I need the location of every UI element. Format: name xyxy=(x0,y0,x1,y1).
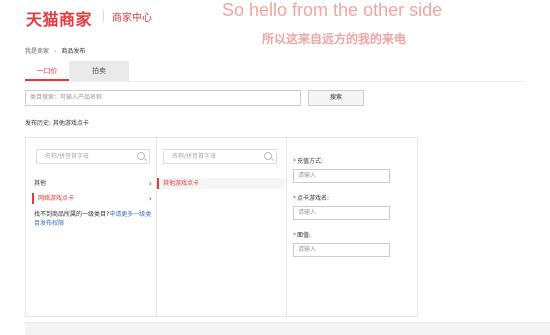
brand-divider xyxy=(103,10,104,22)
bottom-action-bar xyxy=(25,322,550,335)
field-label-text: 点卡游戏名: xyxy=(297,195,330,202)
column-divider xyxy=(156,138,157,316)
chevron-right-icon: › xyxy=(148,194,152,203)
category-col2-search-input[interactable]: 名称/拼音首字母 xyxy=(163,149,277,164)
chevron-right-icon: › xyxy=(148,179,152,188)
category-col1-search-placeholder: 名称/拼音首字母 xyxy=(45,153,90,160)
category-item-label: 其他游戏点卡 xyxy=(163,180,200,187)
breadcrumb-chevron-icon: › xyxy=(54,48,57,55)
breadcrumb: 我是卖家 › 商品发布 xyxy=(25,46,85,55)
category-item-game-cards[interactable]: 网络游戏点卡 › xyxy=(32,193,154,204)
search-button[interactable]: 搜索 xyxy=(308,90,364,106)
category-search-input[interactable]: 类目搜索：可输入产品名称 xyxy=(25,90,301,106)
tab-auction[interactable]: 拍卖 xyxy=(69,61,129,81)
category-not-found-hint: 找不到商品所属的一级类目?申请更多一级类目发布权限 xyxy=(34,210,156,228)
game-name-input[interactable]: 请输入 xyxy=(293,206,390,220)
column-divider xyxy=(286,138,287,316)
tab-fixed-price[interactable]: 一口价 xyxy=(25,61,69,81)
field-label-face-value: *面值: xyxy=(293,230,311,239)
merchant-center-title[interactable]: 商家中心 xyxy=(112,9,152,24)
field-label-text: 充值方式: xyxy=(297,158,324,165)
required-marker: * xyxy=(293,232,296,239)
breadcrumb-home-link[interactable]: 我是卖家 xyxy=(25,48,49,55)
category-selector-panel: 名称/拼音首字母 其他 › 网络游戏点卡 › 找不到商品所属的一级类目?申请更多… xyxy=(25,137,418,317)
category-item-label: 其他 xyxy=(34,180,47,187)
pricing-tabs: 一口价 拍卖 xyxy=(25,61,525,82)
not-found-text: 找不到商品所属的一级类目? xyxy=(34,211,110,218)
field-label-text: 面值: xyxy=(297,232,312,239)
search-icon xyxy=(264,152,272,160)
brand-logo[interactable]: 天猫商家 xyxy=(26,6,92,30)
required-marker: * xyxy=(293,158,296,165)
category-col1-search-input[interactable]: 名称/拼音首字母 xyxy=(36,149,150,164)
required-marker: * xyxy=(293,195,296,202)
category-item-other-game-cards[interactable]: 其他游戏点卡 xyxy=(157,178,285,189)
field-label-game-name: *点卡游戏名: xyxy=(293,193,329,202)
publish-history[interactable]: 发布历史: 其他游戏点卡 xyxy=(25,118,89,127)
category-item-other[interactable]: 其他 › xyxy=(34,178,154,189)
category-item-label: 网络游戏点卡 xyxy=(38,195,75,202)
category-col2-search-placeholder: 名称/拼音首字母 xyxy=(172,153,217,160)
overlay-caption-chinese: 所以这来自远方的我的来电 xyxy=(262,32,407,46)
field-label-recharge-method: *充值方式: xyxy=(293,156,323,165)
face-value-input[interactable]: 请输入 xyxy=(293,243,390,257)
overlay-caption-english: So hello from the other side xyxy=(222,0,443,20)
recharge-method-input[interactable]: 请输入 xyxy=(293,169,390,183)
search-icon xyxy=(137,152,145,160)
breadcrumb-current: 商品发布 xyxy=(61,48,86,55)
tabs-underline xyxy=(25,81,525,82)
